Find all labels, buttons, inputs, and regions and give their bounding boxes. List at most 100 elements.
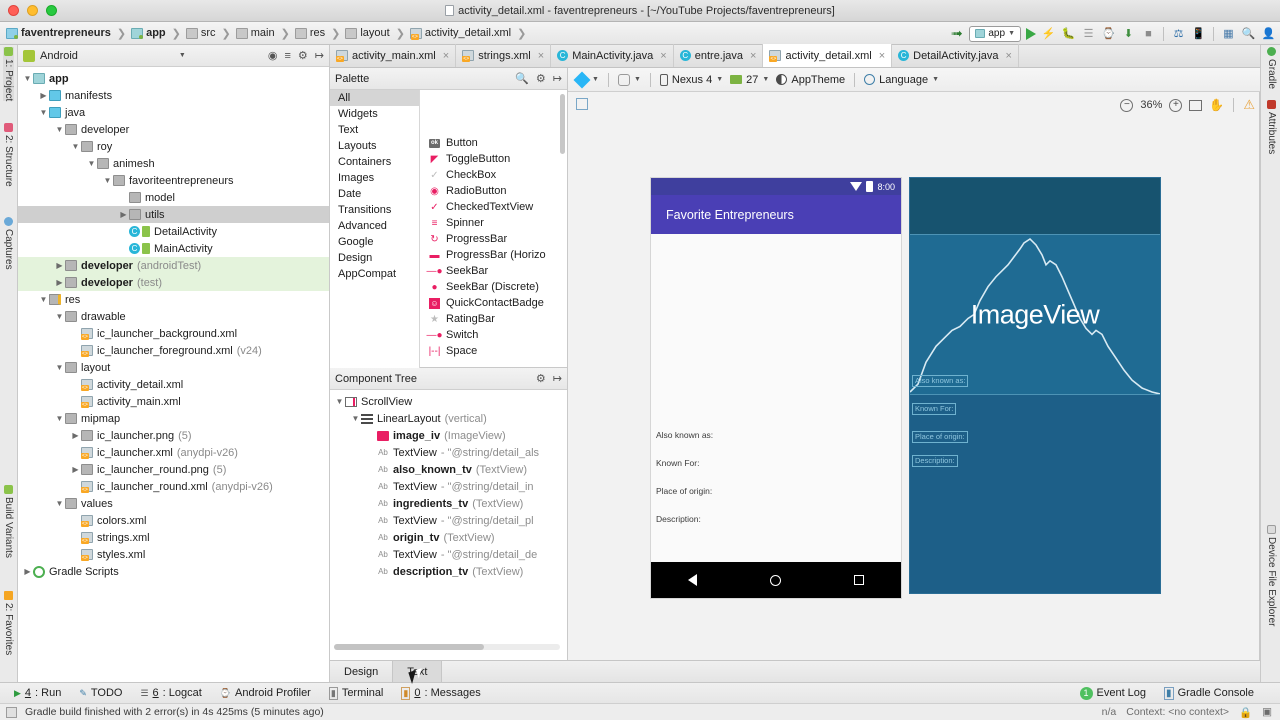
editor-tab[interactable]: C DetailActivity.java × <box>892 44 1019 67</box>
palette-category-layouts[interactable]: Layouts <box>330 138 419 154</box>
chevron-down-icon[interactable]: ▼ <box>86 159 97 168</box>
project-tree-item[interactable]: <> activity_detail.xml <box>18 376 329 393</box>
tool-window-terminal[interactable]: ▮ Terminal <box>328 686 383 700</box>
project-tree-item[interactable]: ▼ app <box>18 70 329 87</box>
search-icon[interactable]: 🔍 <box>1241 26 1256 41</box>
run-configuration-selector[interactable]: app ▼ <box>969 25 1021 42</box>
project-tree-item[interactable]: ▶ ic_launcher.png (5) <box>18 427 329 444</box>
sidebar-item-favorites[interactable]: 2: Favorites <box>3 591 14 655</box>
tool-window-todo[interactable]: ✎ TODO <box>79 687 122 699</box>
palette-item-togglebutton[interactable]: ◤ ToggleButton <box>420 151 567 167</box>
chevron-right-icon[interactable]: ▶ <box>22 567 33 576</box>
project-tree-item[interactable]: ▶ developer (androidTest) <box>18 257 329 274</box>
project-tree-item[interactable]: <> ic_launcher_round.xml (anydpi-v26) <box>18 478 329 495</box>
chevron-right-icon[interactable]: ▶ <box>54 261 65 270</box>
project-tree-item[interactable]: ▼ java <box>18 104 329 121</box>
debug-step-icon[interactable]: ☰ <box>1081 26 1096 41</box>
palette-category-advanced[interactable]: Advanced <box>330 218 419 234</box>
chevron-right-icon[interactable]: ▶ <box>38 91 49 100</box>
blueprint-preview[interactable]: ImageView Also known as: Known For: Place … <box>910 178 1160 593</box>
project-tree-item[interactable]: ▼ developer <box>18 121 329 138</box>
zoom-out-icon[interactable]: − <box>1120 98 1134 112</box>
tool-window-messages[interactable]: ▮ 0: Messages <box>401 686 481 700</box>
chevron-down-icon[interactable]: ▼ <box>54 125 65 134</box>
project-view-selector[interactable]: Android <box>40 50 78 62</box>
close-tab-icon[interactable]: × <box>660 50 666 62</box>
project-tree-item[interactable]: model <box>18 189 329 206</box>
project-tree-item[interactable]: <> ic_launcher_background.xml <box>18 325 329 342</box>
render-options-icon[interactable] <box>576 98 588 110</box>
settings-gear-icon[interactable]: ⚙ <box>298 49 308 62</box>
project-tree-item[interactable]: C MainActivity <box>18 240 329 257</box>
stop-icon[interactable]: ■ <box>1141 26 1156 41</box>
component-tree-item[interactable]: Ab origin_tv (TextView) <box>330 529 567 546</box>
settings-gear-icon[interactable]: ⚙ <box>536 72 546 85</box>
editor-tab[interactable]: <> strings.xml × <box>456 44 552 67</box>
tool-window-gradle-console[interactable]: ▮ Gradle Console <box>1164 686 1254 700</box>
locale-selector[interactable]: Language ▼ <box>864 74 939 86</box>
run-icon[interactable] <box>1026 27 1036 40</box>
component-tree-item[interactable]: Ab description_tv (TextView) <box>330 563 567 580</box>
home-nav-icon[interactable] <box>769 574 781 586</box>
project-tree-item[interactable]: ▶ manifests <box>18 87 329 104</box>
project-tree-item[interactable]: ▼ values <box>18 495 329 512</box>
palette-category-widgets[interactable]: Widgets <box>330 106 419 122</box>
expand-all-icon[interactable]: ≡ <box>284 50 290 62</box>
theme-selector[interactable]: AppTheme <box>776 74 845 86</box>
project-tree-item[interactable]: <> colors.xml <box>18 512 329 529</box>
maximize-window-button[interactable] <box>46 5 57 16</box>
tool-window-android-profiler[interactable]: ⌚ Android Profiler <box>220 687 311 699</box>
chevron-right-icon[interactable]: ▶ <box>70 431 81 440</box>
component-tree-item[interactable]: Ab ingredients_tv (TextView) <box>330 495 567 512</box>
orientation-selector[interactable]: ▼ <box>617 73 641 86</box>
palette-category-all[interactable]: All <box>330 90 419 106</box>
chevron-down-icon[interactable]: ▼ <box>38 295 49 304</box>
component-tree-item[interactable]: Ab TextView - "@string/detail_de <box>330 546 567 563</box>
blueprint-imageview[interactable]: ImageView <box>910 235 1160 395</box>
project-tree-item[interactable]: ▶ utils <box>18 206 329 223</box>
close-tab-icon[interactable]: × <box>750 50 756 62</box>
user-icon[interactable]: 👤 <box>1261 26 1276 41</box>
project-tree-item[interactable]: ▼ res <box>18 291 329 308</box>
zoom-in-icon[interactable]: + <box>1169 98 1183 112</box>
palette-category-text[interactable]: Text <box>330 122 419 138</box>
close-window-button[interactable] <box>8 5 19 16</box>
tool-window-run[interactable]: ▶ 4: Run <box>14 687 61 699</box>
chevron-right-icon[interactable]: ▶ <box>118 210 129 219</box>
hide-panel-icon[interactable]: ↦ <box>315 49 324 62</box>
palette-category-containers[interactable]: Containers <box>330 154 419 170</box>
breadcrumb-item-src[interactable]: src ❯ <box>185 27 234 40</box>
chevron-right-icon[interactable]: ▶ <box>54 278 65 287</box>
breadcrumb-item-activity-detail-xml[interactable]: activity_detail.xml❯ <box>409 27 529 40</box>
palette-category-google[interactable]: Google <box>330 234 419 250</box>
palette-item-seekbar[interactable]: —● SeekBar <box>420 263 567 279</box>
sidebar-item-build-variants[interactable]: Build Variants <box>3 485 14 558</box>
apply-changes-icon[interactable]: ⚡ <box>1041 26 1056 41</box>
project-tree-item[interactable]: ▼ favoriteentrepreneurs <box>18 172 329 189</box>
component-tree-item[interactable]: ▼ LinearLayout (vertical) <box>330 410 567 427</box>
blueprint-text-label[interactable]: Also known as: <box>912 375 969 387</box>
debug-icon[interactable]: 🐛 <box>1061 26 1076 41</box>
settings-gear-icon[interactable]: ⚙ <box>536 372 546 385</box>
device-preview[interactable]: 8:00 Favorite Entrepreneurs Also known a… <box>651 178 901 598</box>
editor-tab[interactable]: <> activity_main.xml × <box>330 44 457 67</box>
close-tab-icon[interactable]: × <box>443 50 449 62</box>
chevron-down-icon[interactable]: ▼ <box>54 414 65 423</box>
palette-item-list[interactable]: ok Button ◤ ToggleButton ✓ CheckBox ◉ RadioButt… <box>420 90 567 368</box>
api-level-selector[interactable]: 27 ▼ <box>730 74 769 86</box>
close-tab-icon[interactable]: × <box>1006 50 1012 62</box>
palette-item-checkedtextview[interactable]: ✓ CheckedTextView <box>420 199 567 215</box>
device-install-icon[interactable]: ⬇ <box>1121 26 1136 41</box>
palette-item-quickcontactbadge[interactable]: ☺ QuickContactBadge <box>420 295 567 311</box>
palette-item-ratingbar[interactable]: ★ RatingBar <box>420 311 567 327</box>
back-nav-icon[interactable] <box>687 574 697 586</box>
tool-window-event-log[interactable]: 1 Event Log <box>1079 686 1146 700</box>
chevron-down-icon[interactable]: ▼ <box>70 142 81 151</box>
breadcrumb-item-faventrepreneurs[interactable]: faventrepreneurs ❯ <box>6 27 129 40</box>
project-tree-item[interactable]: ▼ animesh <box>18 155 329 172</box>
palette-category-list[interactable]: All Widgets Text Layouts Containers Images Dat… <box>330 90 420 368</box>
component-tree-item[interactable]: image_iv (ImageView) <box>330 427 567 444</box>
project-tree-item[interactable]: ▼ layout <box>18 359 329 376</box>
breadcrumb-item-main[interactable]: main ❯ <box>235 27 293 40</box>
chevron-down-icon[interactable]: ▼ <box>179 52 186 59</box>
